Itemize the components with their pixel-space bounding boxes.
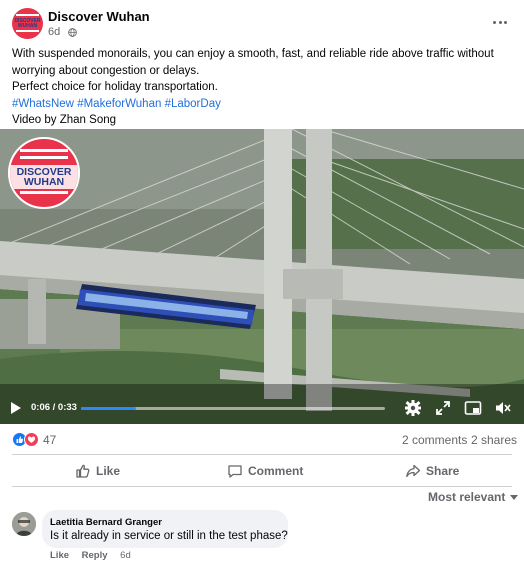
love-icon[interactable]	[24, 432, 39, 447]
comment-sort-dropdown[interactable]: Most relevant	[428, 490, 519, 504]
more-options-button[interactable]	[490, 12, 510, 32]
thumbs-up-icon	[76, 464, 90, 478]
comment-icon	[228, 465, 242, 478]
globe-icon	[68, 28, 77, 37]
post-body: With suspended monorails, you can enjoy …	[12, 46, 512, 129]
divider	[12, 454, 512, 455]
video-credit: Video by Zhan Song	[12, 114, 117, 126]
comments-count-link[interactable]: 2 comments	[402, 433, 467, 447]
share-arrow-icon	[406, 464, 421, 478]
post-header: DISCOVER WUHAN Discover Wuhan 6d	[0, 0, 524, 42]
more-dot	[493, 21, 496, 24]
shares-count-link[interactable]: 2 shares	[471, 433, 517, 447]
engagement-summary: 47 2 comments 2 shares	[0, 428, 524, 450]
avatar-logo-text: DISCOVER WUHAN	[14, 18, 41, 29]
video-time-readout: 0:06 / 0:33	[31, 402, 77, 413]
comment-text: Is it already in service or still in the…	[50, 530, 288, 542]
page-avatar[interactable]: DISCOVER WUHAN	[12, 8, 43, 39]
fullscreen-icon[interactable]	[434, 399, 452, 417]
commenter-name[interactable]: Laetitia Bernard Granger	[50, 517, 162, 528]
like-button-label: Like	[96, 464, 121, 478]
hashtag-link[interactable]: #LaborDay	[165, 98, 221, 110]
more-dot	[498, 21, 502, 24]
video-progress-bar[interactable]	[81, 407, 385, 410]
hashtag-row: #WhatsNew #MakeforWuhan #LaborDay	[12, 96, 512, 113]
picture-in-picture-icon[interactable]	[464, 399, 482, 417]
logo-decoration	[20, 156, 68, 159]
volume-muted-icon[interactable]	[494, 399, 512, 417]
commenter-avatar[interactable]	[12, 512, 36, 536]
divider	[12, 486, 512, 487]
hashtag-link[interactable]: #MakeforWuhan	[77, 98, 161, 110]
play-icon[interactable]	[10, 401, 22, 415]
comment-sort-label: Most relevant	[428, 490, 506, 504]
video-progress-fill	[81, 407, 136, 410]
video-controls: 0:06 / 0:33	[0, 389, 524, 424]
video-logo-watermark: DISCOVER WUHAN	[8, 137, 80, 209]
chevron-down-icon	[510, 495, 519, 501]
page-name[interactable]: Discover Wuhan	[48, 9, 150, 24]
logo-text: DISCOVER WUHAN	[10, 165, 78, 189]
comment-timestamp[interactable]: 6d	[120, 550, 131, 561]
avatar-decoration	[16, 30, 39, 32]
comment-button-label: Comment	[248, 464, 304, 478]
video-player[interactable]: DISCOVER WUHAN	[0, 129, 524, 424]
comment-reply-link[interactable]: Reply	[82, 550, 108, 561]
post-timestamp[interactable]: 6d	[48, 26, 60, 38]
logo-decoration	[20, 191, 68, 194]
avatar-image	[12, 512, 36, 536]
hashtag-link[interactable]: #WhatsNew	[12, 98, 74, 110]
post-text-line: Perfect choice for holiday transportatio…	[12, 81, 218, 93]
comment-like-link[interactable]: Like	[50, 550, 69, 561]
reaction-count[interactable]: 47	[43, 433, 56, 447]
comment-bubble: Laetitia Bernard Granger Is it already i…	[42, 510, 288, 548]
share-button-label: Share	[426, 464, 460, 478]
post-text-line: With suspended monorails, you can enjoy …	[12, 48, 494, 77]
more-dot	[504, 21, 507, 24]
comment-actions: Like Reply 6d	[50, 550, 131, 561]
avatar-decoration	[16, 14, 39, 16]
logo-decoration	[20, 149, 68, 152]
settings-icon[interactable]	[404, 399, 422, 417]
